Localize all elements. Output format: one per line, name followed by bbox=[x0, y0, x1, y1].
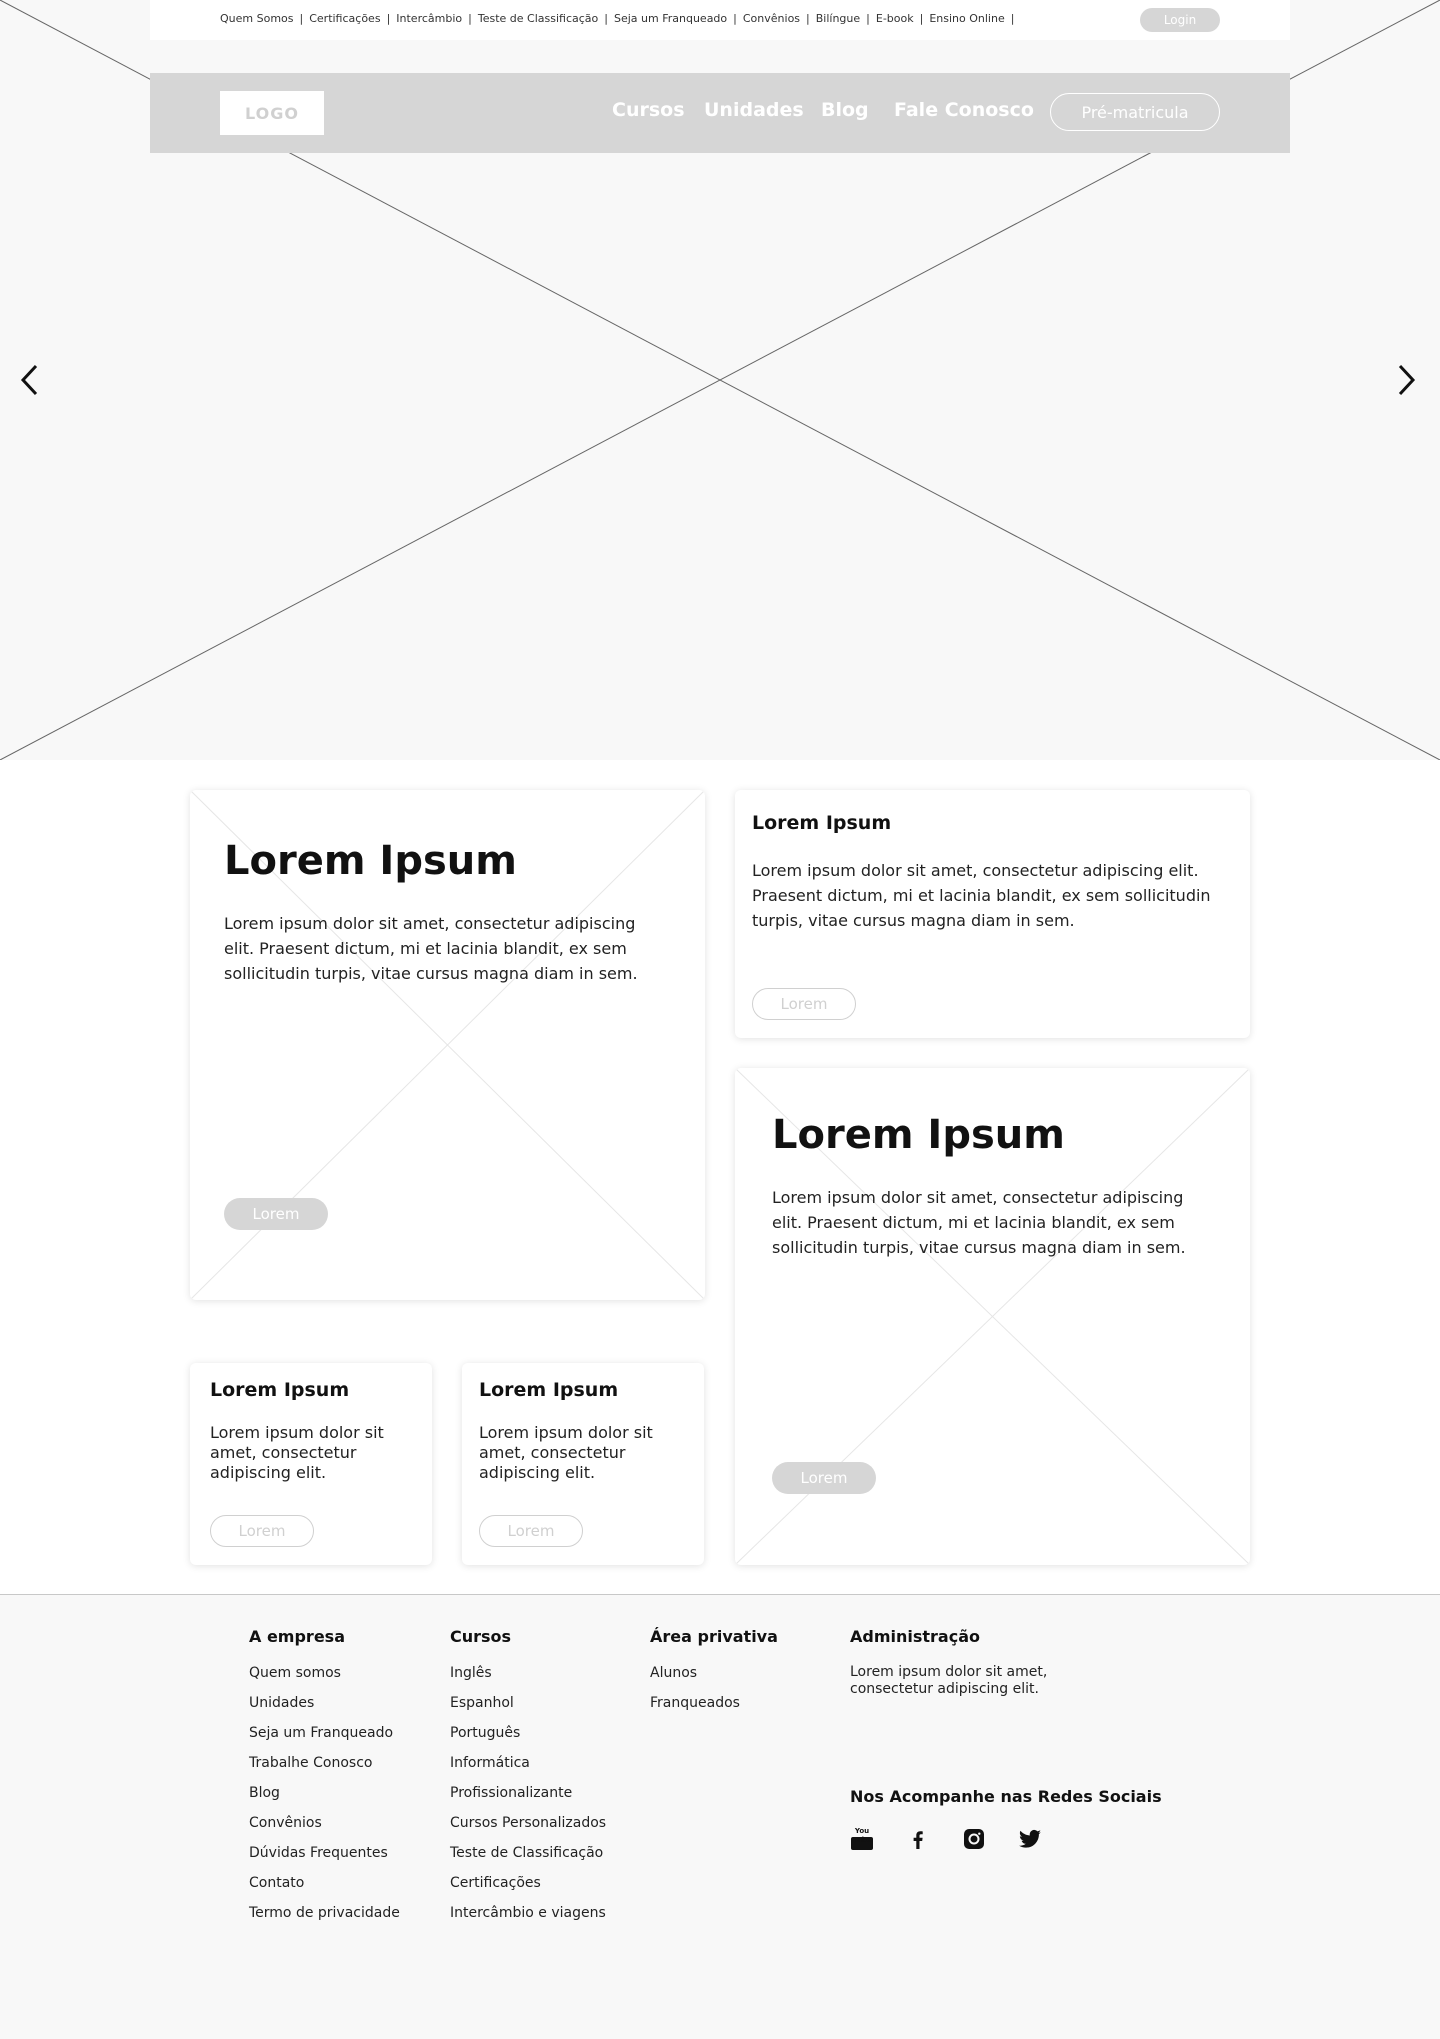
footer-link[interactable]: Teste de Classificação bbox=[450, 1844, 606, 1874]
card-button[interactable]: Lorem bbox=[224, 1198, 328, 1230]
footer-link[interactable]: Convênios bbox=[249, 1814, 400, 1844]
card-text: Lorem ipsum dolor sit amet, consectetur … bbox=[479, 1423, 653, 1482]
top-bar: Quem Somos | Certificações | Intercâmbio | … bbox=[150, 0, 1290, 40]
footer-link[interactable]: Informática bbox=[450, 1754, 606, 1784]
footer-link[interactable]: Intercâmbio e viagens bbox=[450, 1904, 606, 1934]
card-text: Lorem ipsum dolor sit amet, consectetur … bbox=[772, 1188, 1186, 1257]
footer-link[interactable]: Contato bbox=[249, 1874, 400, 1904]
nav-unidades[interactable]: Unidades bbox=[704, 99, 804, 121]
card-button[interactable]: Lorem bbox=[479, 1515, 583, 1547]
footer-link[interactable]: Espanhol bbox=[450, 1694, 606, 1724]
facebook-icon[interactable] bbox=[906, 1827, 930, 1851]
footer-link[interactable]: Seja um Franqueado bbox=[249, 1724, 400, 1754]
youtube-icon[interactable]: You Tube bbox=[850, 1827, 874, 1851]
footer-heading: Cursos bbox=[450, 1627, 512, 1646]
feature-card-top-right: Lorem Ipsum Lorem ipsum dolor sit amet, … bbox=[735, 790, 1250, 1038]
toplink-convenios[interactable]: Convênios bbox=[743, 12, 800, 25]
footer-col-admin: Administração Lorem ipsum dolor sit amet… bbox=[850, 1627, 1190, 1887]
nav-blog[interactable]: Blog bbox=[821, 99, 869, 121]
chevron-left-icon[interactable] bbox=[18, 360, 42, 400]
twitter-icon[interactable] bbox=[1018, 1827, 1042, 1851]
chevron-right-icon[interactable] bbox=[1394, 360, 1418, 400]
footer-link[interactable]: Profissionalizante bbox=[450, 1784, 606, 1814]
toplink-ensino-online[interactable]: Ensino Online bbox=[929, 12, 1004, 25]
hero-carousel: Quem Somos | Certificações | Intercâmbio | … bbox=[0, 0, 1440, 760]
footer-link[interactable]: Termo de privacidade bbox=[249, 1904, 400, 1934]
toplink-bilingue[interactable]: Bilíngue bbox=[816, 12, 860, 25]
feature-card-large-1: Lorem Ipsum Lorem ipsum dolor sit amet, … bbox=[190, 790, 705, 1300]
footer-link[interactable]: Trabalhe Conosco bbox=[249, 1754, 400, 1784]
nav-fale-conosco[interactable]: Fale Conosco bbox=[894, 99, 1034, 121]
feature-card-large-2: Lorem Ipsum Lorem ipsum dolor sit amet, … bbox=[735, 1068, 1250, 1565]
footer-link[interactable]: Português bbox=[450, 1724, 606, 1754]
card-button[interactable]: Lorem bbox=[210, 1515, 314, 1547]
toplink-franqueado[interactable]: Seja um Franqueado bbox=[614, 12, 727, 25]
social-heading: Nos Acompanhe nas Redes Sociais bbox=[850, 1787, 1162, 1806]
card-button[interactable]: Lorem bbox=[752, 988, 856, 1020]
card-text: Lorem ipsum dolor sit amet, consectetur … bbox=[224, 914, 638, 983]
card-title: Lorem Ipsum bbox=[752, 812, 892, 834]
card-text: Lorem ipsum dolor sit amet, consectetur … bbox=[752, 861, 1211, 930]
toplink-certificacoes[interactable]: Certificações bbox=[309, 12, 380, 25]
footer-link[interactable]: Franqueados bbox=[650, 1694, 778, 1724]
top-links: Quem Somos | Certificações | Intercâmbio | … bbox=[220, 12, 1015, 25]
youtube-icon-text: You Tube bbox=[852, 1827, 872, 1844]
footer-link[interactable]: Dúvidas Frequentes bbox=[249, 1844, 400, 1874]
prematricula-button[interactable]: Pré-matricula bbox=[1050, 93, 1220, 131]
instagram-icon[interactable] bbox=[962, 1827, 986, 1851]
main-navbar: LOGO Cursos Unidades Blog Fale Conosco P… bbox=[150, 73, 1290, 153]
card-text: Lorem ipsum dolor sit amet, consectetur … bbox=[210, 1423, 384, 1482]
nav-cursos[interactable]: Cursos bbox=[612, 99, 685, 121]
footer-link[interactable]: Blog bbox=[249, 1784, 400, 1814]
social-icons: You Tube bbox=[850, 1827, 1042, 1851]
footer-link[interactable]: Alunos bbox=[650, 1664, 778, 1694]
feature-card-small-1: Lorem Ipsum Lorem ipsum dolor sit amet, … bbox=[190, 1363, 432, 1565]
footer-heading: Área privativa bbox=[650, 1627, 778, 1646]
footer-link[interactable]: Unidades bbox=[249, 1694, 400, 1724]
toplink-quem-somos[interactable]: Quem Somos bbox=[220, 12, 294, 25]
footer-heading: A empresa bbox=[249, 1627, 345, 1646]
footer: A empresa Quem somos Unidades Seja um Fr… bbox=[0, 1594, 1440, 2039]
footer-heading: Administração bbox=[850, 1627, 980, 1646]
card-title: Lorem Ipsum bbox=[479, 1379, 619, 1401]
footer-link[interactable]: Cursos Personalizados bbox=[450, 1814, 606, 1844]
footer-col-cursos: Cursos Inglês Espanhol Português Informá… bbox=[450, 1627, 606, 1934]
logo[interactable]: LOGO bbox=[220, 91, 324, 135]
admin-text: Lorem ipsum dolor sit amet, consectetur … bbox=[850, 1664, 1048, 1697]
footer-col-privativa: Área privativa Alunos Franqueados bbox=[650, 1627, 778, 1724]
feature-card-small-2: Lorem Ipsum Lorem ipsum dolor sit amet, … bbox=[462, 1363, 704, 1565]
card-title: Lorem Ipsum bbox=[210, 1379, 350, 1401]
footer-link[interactable]: Inglês bbox=[450, 1664, 606, 1694]
login-button[interactable]: Login bbox=[1140, 8, 1220, 32]
card-title: Lorem Ipsum bbox=[772, 1112, 1065, 1158]
toplink-intercambio[interactable]: Intercâmbio bbox=[396, 12, 462, 25]
card-title: Lorem Ipsum bbox=[224, 838, 517, 884]
footer-link[interactable]: Certificações bbox=[450, 1874, 606, 1904]
toplink-ebook[interactable]: E-book bbox=[876, 12, 914, 25]
footer-link[interactable]: Quem somos bbox=[249, 1664, 400, 1694]
card-button[interactable]: Lorem bbox=[772, 1462, 876, 1494]
footer-col-empresa: A empresa Quem somos Unidades Seja um Fr… bbox=[249, 1627, 400, 1934]
toplink-teste[interactable]: Teste de Classificação bbox=[478, 12, 598, 25]
